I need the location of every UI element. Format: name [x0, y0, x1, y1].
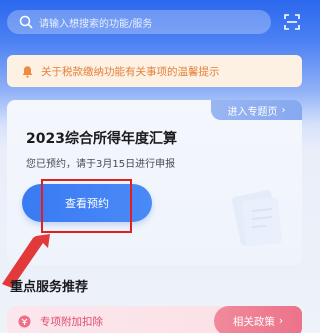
notice-bar[interactable]: 关于税款缴纳功能有关事项的温馨提示 [7, 55, 302, 87]
notice-text: 关于税款缴纳功能有关事项的温馨提示 [41, 65, 220, 78]
deduction-icon [18, 315, 31, 328]
search-bar[interactable]: 请输入想搜索的功能/服务 [7, 10, 271, 34]
service-item-label: 专项附加扣除 [40, 316, 103, 328]
chevron-right-icon: › [278, 315, 284, 327]
service-item-special-deduction[interactable]: 专项附加扣除 相关政策 › [7, 306, 302, 333]
bell-icon [22, 65, 33, 78]
document-illustration-icon [231, 190, 282, 247]
related-policy-button[interactable]: 相关政策 › [214, 306, 302, 333]
chevron-right-icon: › [281, 104, 286, 116]
enter-topic-label: 进入专题页 [227, 106, 278, 118]
annotation-highlight-box [41, 179, 132, 233]
card-subtitle: 您已预约，请于3月15日进行申报 [26, 159, 176, 170]
scan-icon[interactable] [284, 14, 300, 30]
section-title: 重点服务推荐 [10, 280, 89, 295]
search-icon [19, 15, 33, 29]
enter-topic-button[interactable]: 进入专题页 › [211, 100, 302, 120]
related-policy-label: 相关政策 [232, 315, 275, 328]
card-title: 2023综合所得年度汇算 [26, 131, 177, 147]
search-placeholder: 请输入想搜索的功能/服务 [39, 18, 153, 30]
